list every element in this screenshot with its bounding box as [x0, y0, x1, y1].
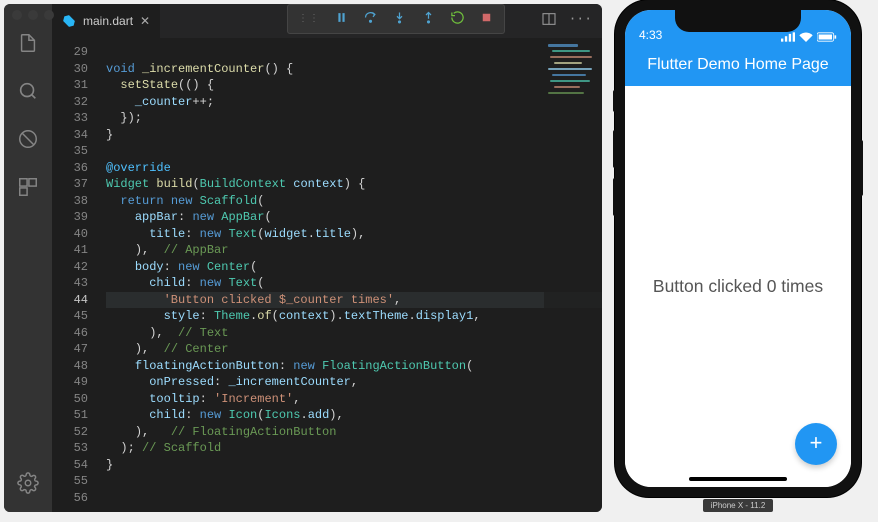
zoom-window[interactable] — [44, 10, 54, 20]
plus-icon: + — [809, 432, 822, 457]
restart-icon[interactable] — [450, 10, 465, 29]
tab-bar: main.dart ✕ ⋮⋮ ··· — [52, 4, 602, 38]
simulator-label: iPhone X - 11.2 — [703, 499, 774, 512]
phone-frame: 4:33 Flutter Demo Home Page Button click… — [615, 0, 861, 497]
signal-icon — [781, 32, 795, 42]
editor-body[interactable]: 2930313233343536373839404142434445464748… — [52, 38, 602, 512]
mute-switch — [613, 90, 616, 112]
app-body: Button clicked 0 times + — [625, 86, 851, 487]
drag-handle-icon[interactable]: ⋮⋮ — [298, 13, 320, 25]
status-time: 4:33 — [639, 28, 662, 42]
volume-down-button — [613, 178, 616, 216]
app-title: Flutter Demo Home Page — [647, 56, 828, 74]
extensions-icon[interactable] — [17, 176, 39, 202]
pause-icon[interactable] — [334, 10, 349, 29]
minimap[interactable] — [544, 38, 602, 512]
step-out-icon[interactable] — [421, 10, 436, 29]
fab-add-button[interactable]: + — [795, 423, 837, 465]
home-indicator[interactable] — [689, 477, 787, 481]
activity-bar — [4, 4, 52, 512]
close-window[interactable] — [12, 10, 22, 20]
notch — [675, 10, 801, 32]
app-bar: Flutter Demo Home Page — [625, 44, 851, 86]
more-icon[interactable]: ··· — [569, 11, 592, 31]
explorer-icon[interactable] — [17, 32, 39, 58]
debug-icon[interactable] — [17, 128, 39, 154]
editor-region: main.dart ✕ ⋮⋮ ··· 293031323334353637383… — [52, 4, 602, 512]
stop-icon[interactable] — [479, 10, 494, 29]
step-into-icon[interactable] — [392, 10, 407, 29]
split-editor-icon[interactable] — [541, 11, 557, 31]
debug-toolbar[interactable]: ⋮⋮ — [287, 4, 505, 34]
tab-filename: main.dart — [83, 14, 133, 28]
gutter: 2930313233343536373839404142434445464748… — [52, 38, 106, 512]
code-area[interactable]: void _incrementCounter() { setState(() {… — [106, 38, 602, 512]
wifi-icon — [799, 32, 813, 42]
close-tab-icon[interactable]: ✕ — [140, 14, 150, 28]
editor-tab[interactable]: main.dart ✕ — [52, 4, 160, 38]
dart-file-icon — [62, 14, 76, 28]
body-text: Button clicked 0 times — [653, 276, 823, 297]
minimize-window[interactable] — [28, 10, 38, 20]
status-right — [781, 32, 837, 42]
simulator: 4:33 Flutter Demo Home Page Button click… — [614, 0, 862, 512]
traffic-lights — [12, 10, 54, 20]
search-icon[interactable] — [17, 80, 39, 106]
volume-up-button — [613, 130, 616, 168]
power-button — [860, 140, 863, 196]
settings-icon[interactable] — [17, 472, 39, 498]
step-over-icon[interactable] — [363, 10, 378, 29]
battery-icon — [817, 32, 837, 42]
phone-screen[interactable]: 4:33 Flutter Demo Home Page Button click… — [625, 10, 851, 487]
ide-window: main.dart ✕ ⋮⋮ ··· 293031323334353637383… — [4, 4, 602, 512]
